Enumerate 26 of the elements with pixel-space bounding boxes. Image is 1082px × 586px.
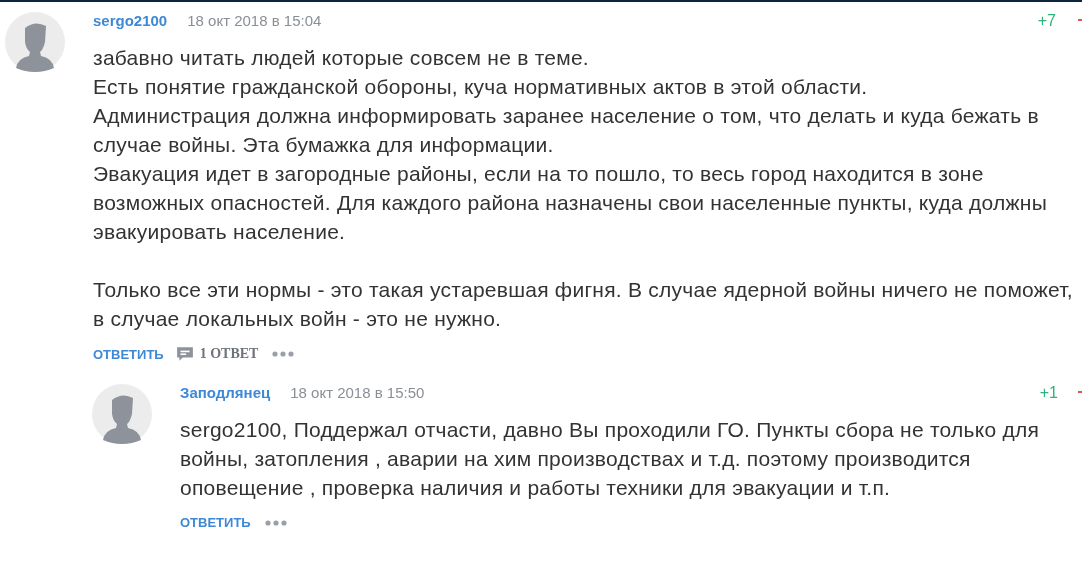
vote-score: +1 <box>1039 384 1058 402</box>
comment-text-line: забавно читать людей которые совсем не в теме. <box>93 45 590 71</box>
author-link[interactable]: sergo2100 <box>93 12 168 29</box>
comment-text-line: эвакуировать население. <box>93 219 347 245</box>
author-link[interactable]: Заподлянец <box>180 384 271 401</box>
comment-icon <box>175 346 194 362</box>
more-icon[interactable] <box>272 351 295 357</box>
comment-text-line: возможных опасностей. Для каждого района назначены свои населенные пункты, куда должны <box>93 190 1048 216</box>
reply-link[interactable]: ОТВЕТИТЬ <box>180 515 251 530</box>
avatar-icon <box>5 12 65 72</box>
comment-text-line: Только все эти нормы - это такая устаревшая фигня. В случае ядерной войны ничего не поможет, <box>93 277 1074 303</box>
comment-text-line: случае войны. Эта бумажка для информации. <box>93 132 555 158</box>
comment-text-line: Эвакуация идет в загородные районы, если на то пошло, то весь город находится в зоне <box>93 161 985 187</box>
comment-date: 18 окт 2018 в 15:50 <box>290 384 425 401</box>
comment-text-line: в случае локальных войн - это не нужно. <box>93 306 503 332</box>
vote-score: +7 <box>1037 12 1056 30</box>
comment-text-line: sergo2100, Поддержал отчасти, давно Вы проходили ГО. Пункты сбора не только для <box>180 417 1041 443</box>
comment-text-line: Администрация должна информировать заранее население о том, что делать и куда бежать в <box>93 103 1040 129</box>
comment-date: 18 окт 2018 в 15:04 <box>187 12 322 29</box>
comment-text-line: Есть понятие гражданской обороны, куча нормативных актов в этой области. <box>93 74 869 100</box>
reply-link[interactable]: ОТВЕТИТЬ <box>93 346 164 362</box>
more-icon[interactable] <box>264 519 287 526</box>
comment-text-line: оповещение , проверка наличия и работы техники для эвакуации и т.п. <box>180 475 892 501</box>
avatar-icon <box>92 384 152 444</box>
comment-text-line: войны, затопления , аварии на хим производствах и т.д. поэтому производится <box>180 446 972 472</box>
replies-count-link[interactable]: 1 ОТВЕТ <box>199 346 259 362</box>
